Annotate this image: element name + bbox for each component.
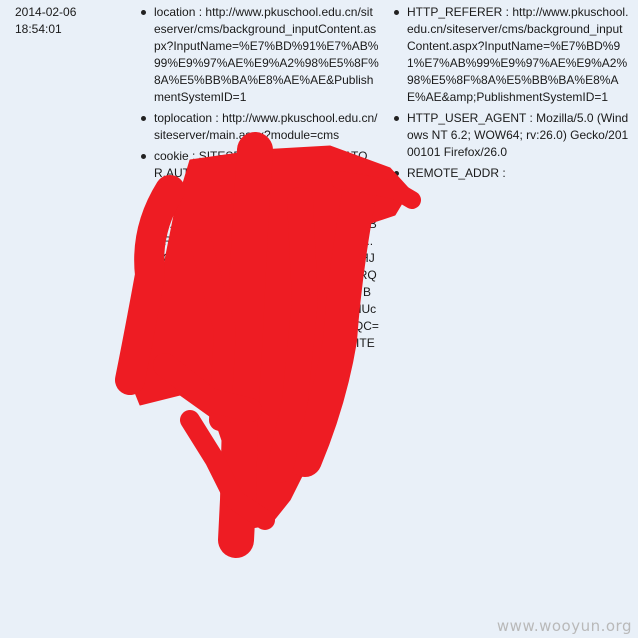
field-key: location (154, 5, 196, 19)
field-http-referer: HTTP_REFERER : http://www.pkuschool.edu.… (392, 4, 630, 106)
field-toplocation: toplocation : http://www.pkuschool.edu.c… (139, 110, 379, 144)
field-http-user-agent: HTTP_USER_AGENT : Mozilla/5.0 (Windows N… (392, 110, 630, 161)
field-remote-addr: REMOTE_ADDR : (392, 165, 630, 182)
field-key: toplocation (154, 111, 213, 125)
field-value: http://www.pkuschool.edu.cn/siteserver/c… (407, 5, 629, 104)
field-key: HTTP_USER_AGENT (407, 111, 527, 125)
field-cookie: cookie : SITESERVER.ADMINISTRATOR.AUTH..… (139, 148, 379, 369)
field-key: REMOTE_ADDR (407, 166, 500, 180)
log-time: 18:54:01 (15, 22, 62, 36)
log-date: 2014-02-06 (15, 5, 77, 19)
server-field-list: HTTP_REFERER : http://www.pkuschool.edu.… (392, 4, 630, 186)
watermark-text: www.wooyun.org (496, 617, 632, 635)
field-key: HTTP_REFERER (407, 5, 503, 19)
field-location: location : http://www.pkuschool.edu.cn/s… (139, 4, 379, 106)
log-timestamp: 2014-02-06 18:54:01 (15, 4, 95, 38)
field-key: cookie (154, 149, 189, 163)
field-value: http://www.pkuschool.edu.cn/siteserver/c… (154, 5, 379, 104)
request-field-list: location : http://www.pkuschool.edu.cn/s… (139, 4, 379, 638)
field-value: SITESERVER.ADMINISTRATOR.AUTH... UTI... … (154, 149, 379, 367)
